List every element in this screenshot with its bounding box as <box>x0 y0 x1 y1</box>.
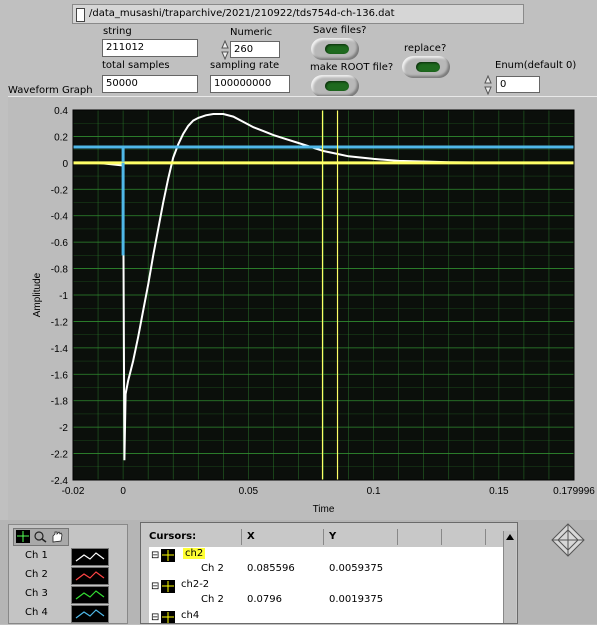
header-divider <box>323 529 324 545</box>
y-tick-label: -1.8 <box>51 397 69 408</box>
x-tick-label: 0.179996 <box>553 486 595 497</box>
x-axis-label: Time <box>313 504 335 515</box>
header-divider <box>485 529 486 545</box>
file-path-field[interactable]: /data_musashi/traparchive/2021/210922/td… <box>72 4 524 24</box>
cursor-panel: Cursors: X Y ⊟ ch2 Ch 2 0.085596 0.00593… <box>140 522 518 624</box>
legend-swatch[interactable] <box>71 586 109 604</box>
legend-label: Ch 2 <box>25 569 48 580</box>
cursor-crosshair-icon[interactable] <box>161 549 175 562</box>
y-tick-label: -2 <box>59 423 68 434</box>
save-files-toggle[interactable] <box>311 38 359 60</box>
y-header: Y <box>329 531 337 542</box>
save-files-lamp <box>325 44 349 54</box>
cursor-table-body: ⊟ ch2 Ch 2 0.085596 0.0059375 ⊟ ch2-2 Ch… <box>149 547 503 623</box>
string-input[interactable]: 211012 <box>102 39 198 57</box>
crosshair-tool-icon[interactable] <box>16 530 30 543</box>
legend-row[interactable]: Ch 2 <box>17 566 121 585</box>
x-tick-label: 0.15 <box>489 486 509 497</box>
cursor-x-value[interactable]: 0.085596 <box>247 563 295 574</box>
scroll-up-icon[interactable] <box>504 531 516 543</box>
string-label: string <box>103 26 132 37</box>
enum-input[interactable]: 0 <box>496 76 540 93</box>
save-files-label: Save files? <box>313 25 367 36</box>
x-header: X <box>247 531 255 542</box>
make-root-label: make ROOT file? <box>310 62 394 73</box>
y-tick-label: 0 <box>62 159 68 170</box>
x-tick-label: 0.1 <box>367 486 381 497</box>
enum-label: Enum(default 0) <box>495 60 577 71</box>
cursor-y-value[interactable]: 0.0059375 <box>329 563 383 574</box>
collapse-icon[interactable]: ⊟ <box>151 550 159 561</box>
y-axis-label: Amplitude <box>32 272 43 317</box>
legend-row[interactable]: Ch 4 <box>17 604 121 623</box>
cursor-plot: Ch 2 <box>201 594 224 605</box>
collapse-icon[interactable]: ⊟ <box>151 581 159 592</box>
legend-label: Ch 3 <box>25 588 48 599</box>
x-tick-label: 0 <box>120 486 126 497</box>
numeric-label: Numeric <box>230 27 273 38</box>
legend-label: Ch 4 <box>25 607 48 618</box>
numeric-input[interactable]: 260 <box>230 41 280 58</box>
sampling-rate-input[interactable]: 100000000 <box>210 75 290 93</box>
replace-toggle[interactable] <box>402 56 450 78</box>
legend-swatch[interactable] <box>71 567 109 585</box>
replace-lamp <box>416 62 440 72</box>
cursor-crosshair-icon[interactable] <box>161 580 175 593</box>
file-icon <box>76 8 85 22</box>
make-root-lamp <box>325 81 349 91</box>
cursor-name[interactable]: ch2-2 <box>181 579 209 590</box>
hand-tool-icon[interactable] <box>50 530 64 543</box>
y-tick-label: 0.2 <box>54 132 68 143</box>
graph-palette: Ch 1 Ch 2 Ch 3 Ch 4 <box>8 524 128 624</box>
legend-row[interactable]: Ch 1 <box>17 547 121 566</box>
enum-spinner[interactable] <box>484 75 492 95</box>
cursor-y-value[interactable]: 0.0019375 <box>329 594 383 605</box>
cursor-plot: Ch 2 <box>201 563 224 574</box>
zoom-tool-icon[interactable] <box>33 530 47 543</box>
cursor-x-value[interactable]: 0.0796 <box>247 594 282 605</box>
header-divider <box>441 529 442 545</box>
waveform-graph[interactable]: 0.4 0.2 0 -0.2 -0.4 -0.6 -0.8 -1 -1.2 -1.4 -1.6 -1.… <box>0 96 597 520</box>
y-tick-label: -1 <box>59 291 68 302</box>
y-tick-label: -0.2 <box>51 185 69 196</box>
graph-title: Waveform Graph <box>8 85 93 96</box>
y-tick-label: -2.2 <box>51 450 69 461</box>
file-path-text: /data_musashi/traparchive/2021/210922/td… <box>89 8 395 19</box>
cursor-name[interactable]: ch4 <box>181 610 199 621</box>
cursor-name[interactable]: ch2 <box>183 548 206 559</box>
legend-swatch[interactable] <box>71 605 109 623</box>
y-tick-label: -0.8 <box>51 265 69 276</box>
graph-tools <box>13 528 69 546</box>
numeric-spinner[interactable] <box>221 40 229 60</box>
cursors-header: Cursors: <box>149 531 197 542</box>
header-divider <box>397 529 398 545</box>
y-tick-label: -1.2 <box>51 317 69 328</box>
diamond-navigator-icon[interactable] <box>544 520 592 560</box>
cursor-scrollbar[interactable] <box>503 531 516 623</box>
total-samples-input[interactable]: 50000 <box>102 75 198 93</box>
cursor-table-header: Cursors: X Y <box>141 529 517 547</box>
cursor-crosshair-icon[interactable] <box>161 611 175 623</box>
cursor-move-control[interactable] <box>544 520 592 560</box>
x-tick-label: -0.02 <box>62 486 85 497</box>
y-tick-label: -0.6 <box>51 238 69 249</box>
y-tick-label: -1.4 <box>51 344 69 355</box>
legend-swatch[interactable] <box>71 548 109 566</box>
make-root-toggle[interactable] <box>311 75 359 97</box>
total-samples-label: total samples <box>102 60 170 71</box>
replace-label: replace? <box>404 43 447 54</box>
collapse-icon[interactable]: ⊟ <box>151 612 159 623</box>
y-tick-label: -0.4 <box>51 212 69 223</box>
y-tick-label: 0.4 <box>54 106 68 117</box>
legend-label: Ch 1 <box>25 550 48 561</box>
sampling-rate-label: sampling rate <box>210 60 280 71</box>
x-tick-label: 0.05 <box>239 486 259 497</box>
legend-row[interactable]: Ch 3 <box>17 585 121 604</box>
header-divider <box>241 529 242 545</box>
y-tick-label: -1.6 <box>51 370 69 381</box>
